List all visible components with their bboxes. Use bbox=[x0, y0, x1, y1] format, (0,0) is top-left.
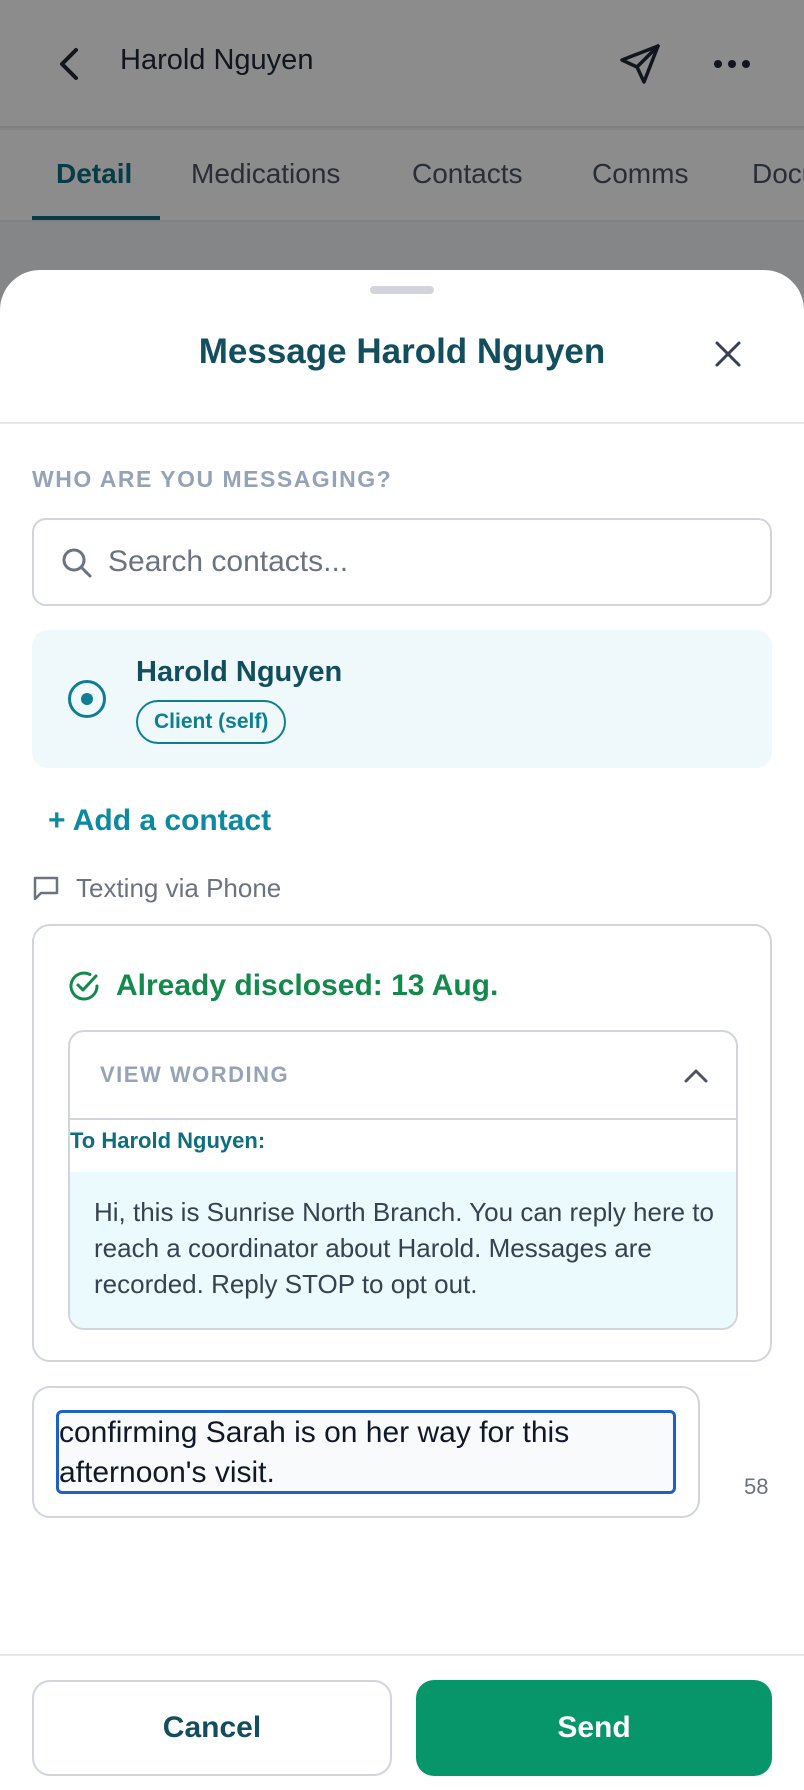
sheet-title: Message Harold Nguyen bbox=[198, 332, 606, 371]
contact-role-badge: Client (self) bbox=[136, 700, 287, 744]
selected-contact-card[interactable]: Harold Nguyen Client (self) bbox=[32, 630, 772, 768]
chat-bubble-icon bbox=[33, 876, 59, 901]
contact-name: Harold Nguyen bbox=[136, 656, 343, 688]
disclosure-status-text: Already disclosed: 13 Aug. bbox=[116, 969, 499, 1002]
compose-container: confirming Sarah is on her way for this … bbox=[32, 1386, 700, 1518]
footer-divider bbox=[0, 1654, 804, 1656]
send-button[interactable]: Send bbox=[416, 1680, 772, 1776]
close-button[interactable] bbox=[704, 330, 752, 378]
wording-toggle[interactable]: VIEW WORDING bbox=[70, 1032, 736, 1120]
channel-row: Texting via Phone bbox=[32, 868, 281, 908]
recipient-section-label: WHO ARE YOU MESSAGING? bbox=[32, 466, 393, 492]
search-icon bbox=[62, 548, 92, 578]
message-sheet: Message Harold Nguyen WHO ARE YOU MESSAG… bbox=[0, 270, 804, 1790]
cancel-button[interactable]: Cancel bbox=[32, 1680, 392, 1776]
search-input[interactable] bbox=[108, 538, 748, 586]
disclosure-status: Already disclosed: 13 Aug. bbox=[68, 966, 498, 1006]
check-circle-icon bbox=[69, 971, 99, 1001]
wording-message-body: Hi, this is Sunrise North Branch. You ca… bbox=[70, 1172, 736, 1328]
contact-radio[interactable] bbox=[68, 680, 106, 718]
character-count: 58 bbox=[744, 1474, 769, 1499]
wording-accordion: VIEW WORDING To Harold Nguyen: Hi, this … bbox=[68, 1030, 738, 1330]
sheet-drag-handle[interactable] bbox=[370, 286, 434, 294]
radio-selected-dot bbox=[81, 693, 93, 705]
wording-label: VIEW WORDING bbox=[100, 1062, 290, 1087]
message-input[interactable]: confirming Sarah is on her way for this … bbox=[56, 1410, 676, 1494]
add-contact-link[interactable]: + Add a contact bbox=[48, 804, 271, 838]
search-field bbox=[32, 518, 772, 606]
divider bbox=[0, 422, 804, 424]
chevron-up-icon bbox=[684, 1069, 708, 1083]
channel-label: Texting via Phone bbox=[76, 872, 282, 903]
close-icon bbox=[715, 341, 741, 367]
wording-recipient: To Harold Nguyen: bbox=[70, 1128, 266, 1153]
disclosure-panel: Already disclosed: 13 Aug. VIEW WORDING … bbox=[32, 924, 772, 1362]
